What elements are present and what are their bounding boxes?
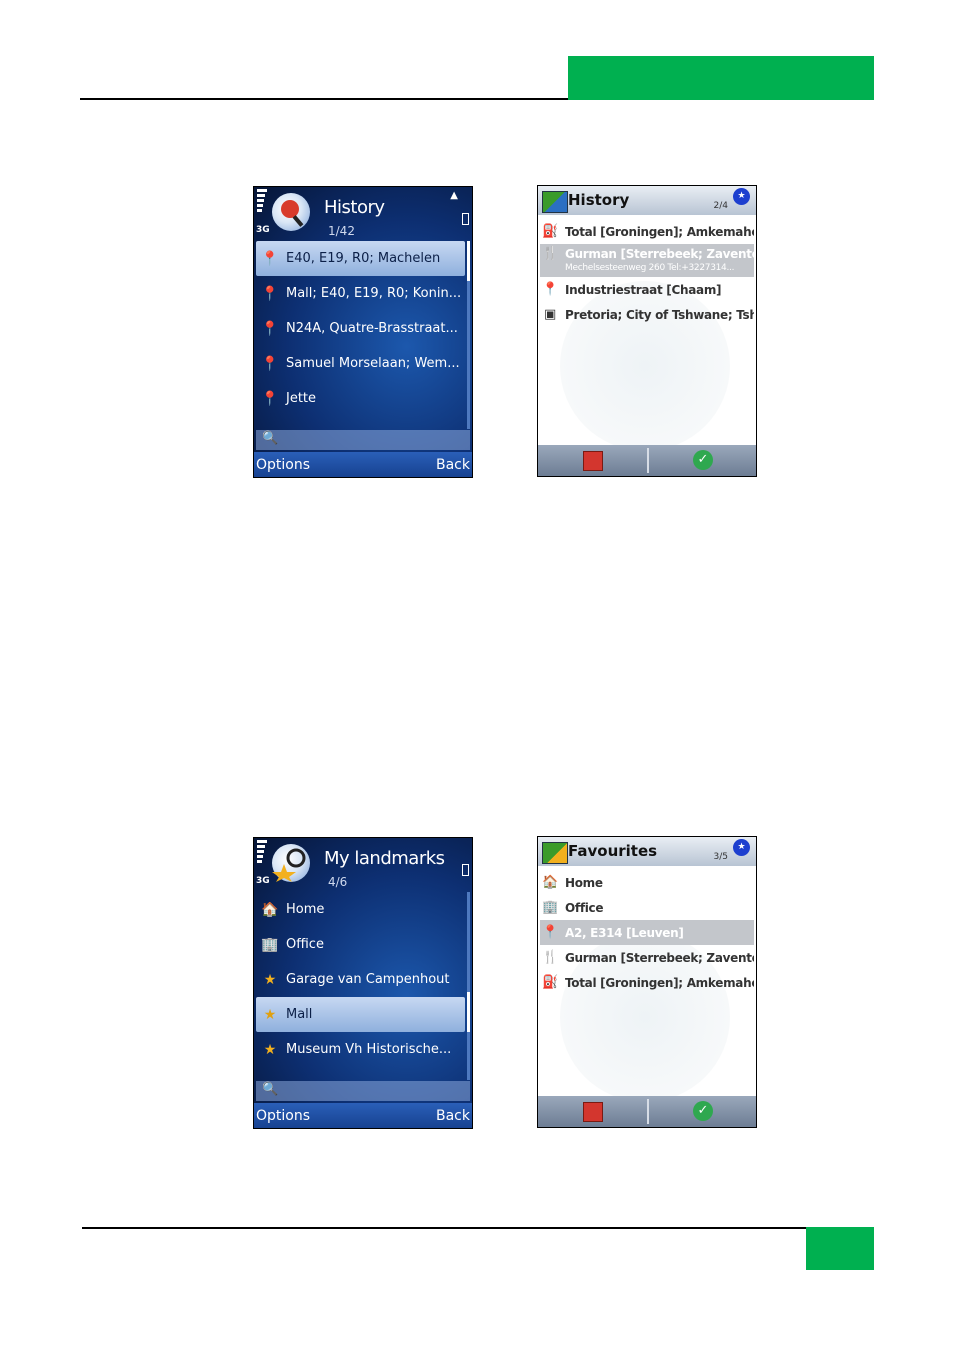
list-item[interactable]: 🏠 Home xyxy=(540,870,754,895)
softkey-bar: Options Back xyxy=(254,1103,472,1128)
star-icon xyxy=(272,848,306,882)
back-softkey[interactable]: Back xyxy=(436,1108,470,1124)
history-s60-screen: 3G History 1/42 ▲ 📍 E40, E19, R0; Machele… xyxy=(253,186,473,478)
list-item[interactable]: 🍴Gurman [Sterrebeek; Zaventem]; xyxy=(540,945,754,970)
list-item[interactable]: ★ Museum Vh Historische... xyxy=(256,1032,465,1067)
star-icon: ★ xyxy=(263,1006,277,1023)
favourites-custom-screen: Favourites 3/5 ★ 🏠 Home 🏢 Office 📍 A2, E314… xyxy=(537,836,757,1128)
fuel-station-icon: ⛽ xyxy=(542,224,558,239)
location-pin-icon: 📍 xyxy=(261,250,279,267)
list-item[interactable]: 📍 N24A, Quatre-Brasstraat... xyxy=(256,311,465,346)
screen-title: Favourites xyxy=(568,842,658,860)
list-item[interactable]: 🏢 Office xyxy=(540,895,754,920)
list-item[interactable]: 📍 Mall; E40, E19, R0; Konin... xyxy=(256,276,465,311)
landmarks-list: 🏠 Home 🏢 Office ★ Garage van Campenhout ★ Ma… xyxy=(256,892,465,1067)
network-indicator: 3G xyxy=(256,225,270,235)
back-softkey[interactable]: Back xyxy=(436,457,470,473)
star-icon: ★ xyxy=(263,1041,277,1058)
location-pin-icon: 📍 xyxy=(261,320,279,337)
home-icon: 🏠 xyxy=(542,875,558,890)
softkey-bar: Options Back xyxy=(254,452,472,477)
fuel-station-icon: ⛽ xyxy=(542,975,558,990)
history-list: ⛽Total [Groningen]; Amkemaheerd 🍴Gurman … xyxy=(540,219,754,327)
map-softkey-icon[interactable] xyxy=(583,1102,603,1122)
item-counter: 1/42 xyxy=(328,224,355,238)
title-bar: Favourites 3/5 ★ xyxy=(538,837,756,866)
list-item[interactable]: 📍 A2, E314 [Leuven] xyxy=(540,920,754,945)
landmarks-s60-screen: 3G My landmarks 4/6 🏠 Home 🏢 Office ★ Garag… xyxy=(253,837,473,1129)
header-rule xyxy=(80,98,570,100)
favourites-app-icon xyxy=(542,842,568,864)
list-item[interactable]: ⛽Total [Groningen]; Amkemaheerd xyxy=(540,970,754,995)
location-pin-icon: 📍 xyxy=(261,285,279,302)
restaurant-icon: 🍴 xyxy=(542,246,558,261)
list-item[interactable]: 📍 Samuel Morselaan; Wem... xyxy=(256,346,465,381)
location-pin-icon: 📍 xyxy=(261,355,279,372)
location-pin-icon: 📍 xyxy=(542,282,558,297)
list-item[interactable]: 📍 E40, E19, R0; Machelen xyxy=(256,241,465,276)
office-building-icon: 🏢 xyxy=(542,900,558,915)
bell-icon: ▲ xyxy=(450,190,458,201)
softkey-bar: ✓ xyxy=(538,445,756,476)
list-item[interactable]: ★ Mall xyxy=(256,997,465,1032)
check-softkey-icon[interactable]: ✓ xyxy=(693,1101,713,1121)
list-item[interactable]: ▣Pretoria; City of Tshwane; Tshwa xyxy=(540,302,754,327)
softkey-divider xyxy=(647,1099,649,1124)
search-field[interactable]: 🔍 xyxy=(256,430,470,450)
favourites-list: 🏠 Home 🏢 Office 📍 A2, E314 [Leuven] 🍴 Gurman… xyxy=(540,870,754,995)
options-softkey[interactable]: Options xyxy=(256,1108,310,1124)
scrollbar[interactable] xyxy=(467,241,470,429)
star-icon: ★ xyxy=(263,971,277,988)
search-field[interactable]: 🔍 xyxy=(256,1081,470,1101)
item-counter: 3/5 xyxy=(713,852,728,862)
restaurant-icon: 🍴 xyxy=(542,950,558,965)
location-pin-icon: 📍 xyxy=(261,390,279,407)
list-item[interactable]: 📍 Jette xyxy=(256,381,465,416)
screen-title: My landmarks xyxy=(324,848,445,869)
list-item-subtitle: Mechelsesteenweg 260 Tel:+3227314... xyxy=(565,263,735,273)
footer-green-box xyxy=(806,1227,874,1270)
list-item[interactable]: ★ Garage van Campenhout xyxy=(256,962,465,997)
home-icon: 🏠 xyxy=(261,901,279,918)
point-icon: ▣ xyxy=(544,307,556,322)
magnifier-icon xyxy=(281,200,304,227)
network-indicator: 3G xyxy=(256,876,270,886)
list-item[interactable]: 🍴Gurman [Sterrebeek; Zaventem] Mechelses… xyxy=(540,244,754,277)
options-softkey[interactable]: Options xyxy=(256,457,310,473)
screen-title: History xyxy=(568,191,630,209)
gps-status-icon: ★ xyxy=(733,188,750,205)
history-app-icon xyxy=(272,193,310,231)
search-icon: 🔍 xyxy=(262,431,279,446)
softkey-divider xyxy=(647,448,649,473)
search-icon: 🔍 xyxy=(262,1082,279,1097)
footer-rule xyxy=(82,1227,806,1229)
list-item[interactable]: ⛽Total [Groningen]; Amkemaheerd xyxy=(540,219,754,244)
history-custom-screen: History 2/4 ★ ⛽ Total [Groningen]; Amkema… xyxy=(537,185,757,477)
history-list: 📍 E40, E19, R0; Machelen 📍 Mall; E40, E19,… xyxy=(256,241,465,416)
battery-icon xyxy=(462,864,469,876)
landmarks-app-icon xyxy=(272,844,310,882)
history-app-icon xyxy=(542,191,568,213)
screen-title: History xyxy=(324,197,385,218)
item-counter: 2/4 xyxy=(713,201,728,211)
list-item[interactable]: 🏠 Home xyxy=(256,892,465,927)
signal-icon xyxy=(257,840,267,865)
softkey-bar: ✓ xyxy=(538,1096,756,1127)
list-item[interactable]: 📍 Industriestraat [Chaam] xyxy=(540,277,754,302)
office-building-icon: 🏢 xyxy=(261,936,279,953)
map-softkey-icon[interactable] xyxy=(583,451,603,471)
title-bar: History 2/4 ★ xyxy=(538,186,756,215)
battery-icon xyxy=(462,213,469,225)
scrollbar[interactable] xyxy=(467,892,470,1080)
check-softkey-icon[interactable]: ✓ xyxy=(693,450,713,470)
header-green-bar xyxy=(568,56,874,100)
item-counter: 4/6 xyxy=(328,875,348,889)
gps-status-icon: ★ xyxy=(733,839,750,856)
list-item[interactable]: 🏢 Office xyxy=(256,927,465,962)
signal-icon xyxy=(257,189,267,214)
location-pin-icon: 📍 xyxy=(542,925,558,940)
